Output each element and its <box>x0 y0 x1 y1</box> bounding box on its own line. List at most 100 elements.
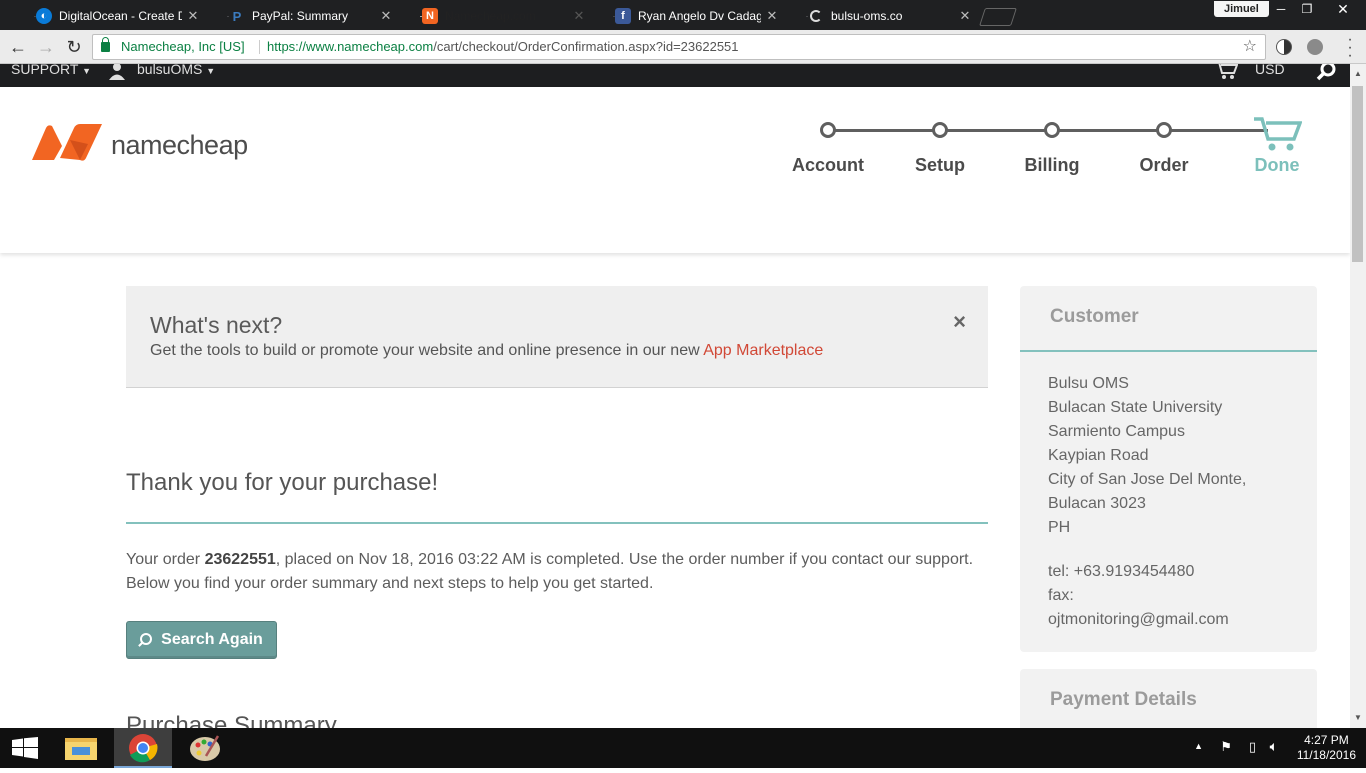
battery-icon[interactable]: ▯ <box>1249 739 1256 755</box>
search-icon[interactable] <box>1316 64 1336 84</box>
customer-tel: tel: +63.9193454480 <box>1048 563 1195 580</box>
lock-icon <box>101 37 110 52</box>
order-confirmation-text: Your order 23622551, placed on Nov 18, 2… <box>126 551 974 592</box>
tab-digitalocean[interactable]: ◐ DigitalOcean - Create Dr ✕ <box>14 2 208 30</box>
minimize-icon[interactable]: ─ <box>1268 0 1294 20</box>
extension-icon[interactable] <box>1276 39 1292 55</box>
whats-next-banner: What's next? Get the tools to build or p… <box>126 286 988 388</box>
step-order: Order <box>1139 155 1189 175</box>
customer-fax: fax: <box>1048 587 1074 604</box>
user-icon <box>108 64 126 83</box>
close-icon[interactable]: ✕ <box>379 8 393 24</box>
tab-title: DigitalOcean - Create Dr <box>59 9 182 23</box>
chrome-icon[interactable] <box>114 728 172 768</box>
scroll-down-icon[interactable]: ▼ <box>1350 710 1366 726</box>
paint-icon[interactable] <box>176 728 234 768</box>
address-bar[interactable]: Namecheap, Inc [US] https://www.namechea… <box>92 34 1266 60</box>
tab-title: Ryan Angelo Dv Cadag - <box>638 9 761 23</box>
step-done: Done <box>1254 155 1300 175</box>
paypal-icon: P <box>232 8 242 24</box>
window-close-icon[interactable]: ✕ <box>1320 0 1366 20</box>
profile-button[interactable]: Jimuel <box>1214 1 1269 17</box>
customer-title: Customer <box>1020 286 1317 352</box>
forward-icon[interactable]: → <box>34 35 58 59</box>
close-icon[interactable]: ✕ <box>572 8 586 24</box>
digitalocean-icon: ◐ <box>36 8 52 24</box>
tab-title: bulsu-oms.co <box>831 9 903 23</box>
support-menu[interactable]: SUPPORT ▼ <box>11 64 91 77</box>
promo-title: What's next? <box>150 312 283 338</box>
tray-chevron-icon[interactable]: ▲ <box>1194 741 1203 751</box>
volume-icon[interactable]: 🔈︎ <box>1270 738 1278 755</box>
site-topbar: SUPPORT ▼ bulsuOMS ▼ USD <box>0 64 1350 87</box>
tab-title: PayPal: Summary <box>252 9 349 23</box>
tab-title: Namecheap.com <box>445 9 536 23</box>
account-menu[interactable]: bulsuOMS ▼ <box>137 64 215 77</box>
checkout-progress: Account Setup Billing Order Done <box>788 117 1308 189</box>
logo-text: namecheap <box>111 130 248 160</box>
extension-icon[interactable] <box>1307 39 1323 55</box>
payment-details-card: Payment Details <box>1020 669 1317 728</box>
step-dot <box>932 122 948 138</box>
page-viewport: SUPPORT ▼ bulsuOMS ▼ USD namecheap Accou… <box>0 64 1350 728</box>
close-icon[interactable]: ✕ <box>765 8 779 24</box>
file-explorer-icon[interactable] <box>52 728 110 768</box>
scrollbar-thumb[interactable] <box>1352 86 1363 262</box>
back-icon[interactable]: ← <box>6 35 30 59</box>
restore-icon[interactable]: ❐ <box>1294 0 1320 20</box>
close-icon[interactable]: × <box>953 309 966 335</box>
step-dot <box>1044 122 1060 138</box>
cart-icon[interactable] <box>1214 64 1239 84</box>
close-icon[interactable]: ✕ <box>958 8 972 24</box>
customer-email: ojtmonitoring@gmail.com <box>1048 611 1229 628</box>
security-label: Namecheap, Inc [US] <box>121 39 245 54</box>
address-line: Kaypian Road <box>1048 447 1149 464</box>
facebook-icon: f <box>615 8 631 24</box>
namecheap-icon: N <box>422 8 438 24</box>
site-header: namecheap Account Setup Billing Order Do… <box>0 87 1350 253</box>
tab-namecheap[interactable]: N Namecheap.com ✕ <box>400 2 594 30</box>
tab-paypal[interactable]: P PayPal: Summary ✕ <box>207 2 401 30</box>
tab-facebook[interactable]: f Ryan Angelo Dv Cadag - ✕ <box>593 2 787 30</box>
browser-tab-strip: ◐ DigitalOcean - Create Dr ✕ P PayPal: S… <box>0 0 1366 30</box>
step-billing: Billing <box>1024 155 1080 175</box>
main-content: What's next? Get the tools to build or p… <box>0 253 1350 728</box>
address-line: Bulacan State University <box>1048 399 1223 416</box>
menu-icon[interactable]: · · · <box>1342 32 1358 64</box>
taskbar-clock[interactable]: 4:27 PM 11/18/2016 <box>1297 733 1356 763</box>
reload-icon[interactable]: ↻ <box>62 35 86 59</box>
step-dot <box>820 122 836 138</box>
customer-name: Bulsu OMS <box>1048 375 1129 392</box>
address-line: City of San Jose Del Monte, <box>1048 471 1247 488</box>
step-setup: Setup <box>914 155 965 175</box>
tab-bulsu-oms[interactable]: bulsu-oms.co ✕ <box>786 2 980 30</box>
clock-date: 11/18/2016 <box>1296 748 1356 762</box>
app-marketplace-link[interactable]: App Marketplace <box>703 342 823 359</box>
search-icon <box>140 633 153 645</box>
address-line: Sarmiento Campus <box>1048 423 1185 440</box>
order-number: 23622551 <box>204 551 276 568</box>
currency-selector[interactable]: USD <box>1255 64 1285 77</box>
new-tab-button[interactable] <box>979 8 1017 26</box>
scroll-up-icon[interactable]: ▲ <box>1350 66 1366 82</box>
windows-start-icon[interactable] <box>12 737 38 764</box>
address-line: Bulacan 3023 <box>1048 495 1146 512</box>
bookmark-star-icon[interactable]: ☆ <box>1243 35 1257 59</box>
payment-details-title: Payment Details <box>1050 689 1197 710</box>
done-cart-icon <box>1254 113 1303 158</box>
window-controls: ─ ❐ ✕ <box>1268 0 1366 20</box>
close-icon[interactable]: ✕ <box>186 8 200 24</box>
browser-toolbar: ← → ↻ Namecheap, Inc [US] https://www.na… <box>0 30 1366 64</box>
windows-taskbar: ▲ ⚑ ▯ 🔈︎ 4:27 PM 11/18/2016 <box>0 728 1366 768</box>
search-again-button[interactable]: Search Again <box>126 621 277 659</box>
customer-card: Customer Bulsu OMS Bulacan State Univers… <box>1020 286 1317 652</box>
namecheap-logo-icon[interactable] <box>30 124 104 167</box>
address-line: PH <box>1048 519 1071 536</box>
purchase-summary-title: Purchase Summary <box>126 712 337 728</box>
divider <box>126 522 988 524</box>
url-text: https://www.namecheap.com/cart/checkout/… <box>267 39 739 54</box>
promo-text: Get the tools to build or promote your w… <box>150 342 824 359</box>
action-center-flag-icon[interactable]: ⚑ <box>1220 739 1232 755</box>
loading-icon <box>808 8 824 24</box>
clock-time: 4:27 PM <box>1304 733 1349 747</box>
